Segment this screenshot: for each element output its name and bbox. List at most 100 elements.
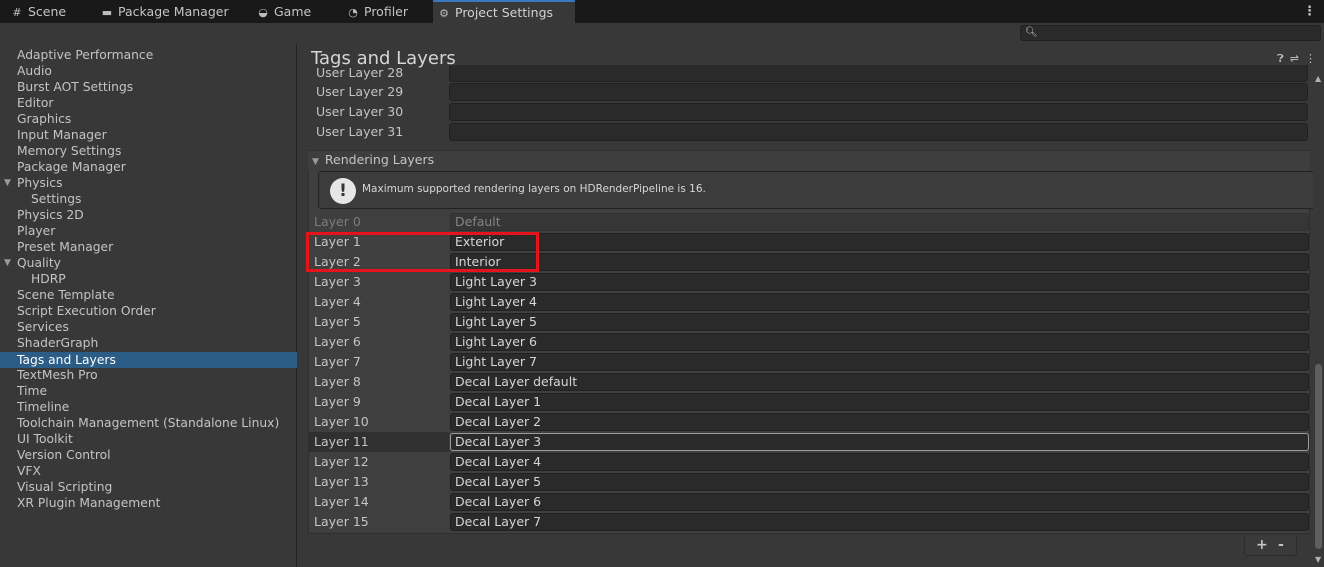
layer-row: Layer 4 Light Layer 4 <box>309 292 1309 312</box>
sidebar-item-toolchain-management[interactable]: Toolchain Management (Standalone Linux) <box>0 415 297 431</box>
chevron-down-icon[interactable]: ▼ <box>4 175 11 191</box>
layer-name-field[interactable]: Decal Layer 3 <box>450 433 1309 451</box>
vertical-scrollbar[interactable]: ▲ ▼ <box>1313 72 1324 567</box>
sidebar-item-time[interactable]: Time <box>0 383 297 399</box>
tab-game[interactable]: ◒ Game <box>252 0 336 23</box>
layer-label: Layer 7 <box>314 354 361 369</box>
sidebar-item-input-manager[interactable]: Input Manager <box>0 127 297 143</box>
scroll-down-icon[interactable]: ▼ <box>1315 555 1321 564</box>
layer-name-field[interactable]: Decal Layer default <box>450 373 1309 391</box>
search-input[interactable]: 🔍︎ <box>1020 25 1321 41</box>
header-icons: ❓︎ ⇌ ⋮ <box>1271 52 1316 66</box>
add-layer-button[interactable]: + <box>1256 537 1268 553</box>
sidebar-item-label: Time <box>17 384 48 398</box>
sidebar-item-label: Input Manager <box>17 128 107 142</box>
layer-row: Layer 0 Default <box>309 212 1309 232</box>
sidebar-item-memory-settings[interactable]: Memory Settings <box>0 143 297 159</box>
sidebar-item-scene-template[interactable]: Scene Template <box>0 287 297 303</box>
sidebar-item-label: Memory Settings <box>17 144 122 158</box>
layer-name-field[interactable]: Decal Layer 2 <box>450 413 1309 431</box>
sidebar-item-label: Tags and Layers <box>17 353 116 367</box>
layer-name-field[interactable]: Decal Layer 4 <box>450 453 1309 471</box>
user-layer-field[interactable] <box>449 103 1308 121</box>
sidebar-item-textmesh-pro[interactable]: TextMesh Pro <box>0 367 297 383</box>
more-options-icon[interactable]: ⋮ <box>1303 0 1316 23</box>
tab-project-settings[interactable]: ⚙ Project Settings <box>433 0 575 23</box>
layer-name-field[interactable]: Light Layer 3 <box>450 273 1309 291</box>
sidebar-item-graphics[interactable]: Graphics <box>0 111 297 127</box>
scrollbar-thumb[interactable] <box>1315 364 1322 549</box>
user-layer-field[interactable] <box>449 123 1308 141</box>
search-icon: 🔍︎ <box>1025 27 1038 38</box>
help-icon[interactable]: ❓︎ <box>1277 52 1284 66</box>
sidebar-item-label: Preset Manager <box>17 240 114 254</box>
user-layer-label: User Layer 30 <box>316 104 404 119</box>
sidebar-item-label: Version Control <box>17 448 111 462</box>
sidebar-item-label: HDRP <box>31 272 66 286</box>
scroll-up-icon[interactable]: ▲ <box>1315 74 1321 83</box>
editor-tab-bar: # Scene ▬ Package Manager ◒ Game ◔ Profiler … <box>0 0 1324 23</box>
rendering-layers-foldout[interactable]: ▼ Rendering Layers <box>308 150 1310 170</box>
layer-row: Layer 15 Decal Layer 7 <box>309 512 1309 532</box>
sidebar-item-label: Toolchain Management (Standalone Linux) <box>17 416 280 430</box>
layer-name-field[interactable]: Decal Layer 7 <box>450 513 1309 531</box>
tab-scene[interactable]: # Scene <box>6 0 96 23</box>
sidebar-item-hdrp[interactable]: HDRP <box>0 271 297 287</box>
sidebar-item-vfx[interactable]: VFX <box>0 463 297 479</box>
layer-label: Layer 4 <box>314 294 361 309</box>
layer-name-field[interactable]: Light Layer 5 <box>450 313 1309 331</box>
layer-name-field[interactable]: Exterior <box>450 233 1309 251</box>
sidebar-item-services[interactable]: Services <box>0 319 297 335</box>
sidebar-item-package-manager[interactable]: Package Manager <box>0 159 297 175</box>
sidebar-item-ui-toolkit[interactable]: UI Toolkit <box>0 431 297 447</box>
user-layer-field[interactable] <box>449 83 1308 101</box>
layer-name-field[interactable]: Decal Layer 1 <box>450 393 1309 411</box>
sidebar-item-adaptive-performance[interactable]: Adaptive Performance <box>0 47 297 63</box>
layer-label: Layer 2 <box>314 254 361 269</box>
layer-row: Layer 13 Decal Layer 5 <box>309 472 1309 492</box>
layer-name-field[interactable]: Interior <box>450 253 1309 271</box>
sidebar-item-version-control[interactable]: Version Control <box>0 447 297 463</box>
sidebar-item-physics-settings[interactable]: Settings <box>0 191 297 207</box>
sidebar-item-physics-2d[interactable]: Physics 2D <box>0 207 297 223</box>
sidebar-item-tags-and-layers[interactable]: Tags and Layers <box>0 352 297 368</box>
layer-name-field[interactable]: Light Layer 4 <box>450 293 1309 311</box>
preset-icon[interactable]: ⇌ <box>1290 52 1299 65</box>
layer-label: Layer 0 <box>314 214 361 229</box>
layer-name-field[interactable]: Decal Layer 6 <box>450 493 1309 511</box>
sidebar-item-editor[interactable]: Editor <box>0 95 297 111</box>
sidebar-item-label: Editor <box>17 96 54 110</box>
grid-icon: # <box>12 6 22 19</box>
layer-row: Layer 1 Exterior <box>309 232 1309 252</box>
layer-row: Layer 3 Light Layer 3 <box>309 272 1309 292</box>
sidebar-item-burst-aot-settings[interactable]: Burst AOT Settings <box>0 79 297 95</box>
more-options-icon[interactable]: ⋮ <box>1305 52 1316 65</box>
tab-profiler[interactable]: ◔ Profiler <box>342 0 432 23</box>
user-layer-field[interactable] <box>449 65 1308 82</box>
tab-label: Project Settings <box>455 5 554 20</box>
sidebar-item-label: Burst AOT Settings <box>17 80 134 94</box>
sidebar-item-label: UI Toolkit <box>17 432 73 446</box>
settings-sidebar: Adaptive Performance Audio Burst AOT Set… <box>0 44 297 567</box>
sidebar-item-script-execution-order[interactable]: Script Execution Order <box>0 303 297 319</box>
sidebar-item-shadergraph[interactable]: ShaderGraph <box>0 335 297 351</box>
sidebar-item-physics[interactable]: ▼ Physics <box>0 175 297 191</box>
layer-label: Layer 3 <box>314 274 361 289</box>
layer-name-field[interactable]: Light Layer 6 <box>450 333 1309 351</box>
sidebar-item-label: Player <box>17 224 56 238</box>
sidebar-item-player[interactable]: Player <box>0 223 297 239</box>
layer-name-field[interactable]: Decal Layer 5 <box>450 473 1309 491</box>
sidebar-item-audio[interactable]: Audio <box>0 63 297 79</box>
layer-name-field[interactable]: Light Layer 7 <box>450 353 1309 371</box>
chevron-down-icon[interactable]: ▼ <box>4 255 11 271</box>
layer-name-field: Default <box>450 213 1309 231</box>
sidebar-item-visual-scripting[interactable]: Visual Scripting <box>0 479 297 495</box>
tab-package-manager[interactable]: ▬ Package Manager <box>96 0 252 23</box>
sidebar-item-label: Visual Scripting <box>17 480 113 494</box>
sidebar-item-quality[interactable]: ▼ Quality <box>0 255 297 271</box>
sidebar-item-timeline[interactable]: Timeline <box>0 399 297 415</box>
layer-row: Layer 9 Decal Layer 1 <box>309 392 1309 412</box>
sidebar-item-xr-plugin-management[interactable]: XR Plugin Management <box>0 495 297 511</box>
remove-layer-button[interactable]: - <box>1278 537 1284 553</box>
sidebar-item-preset-manager[interactable]: Preset Manager <box>0 239 297 255</box>
